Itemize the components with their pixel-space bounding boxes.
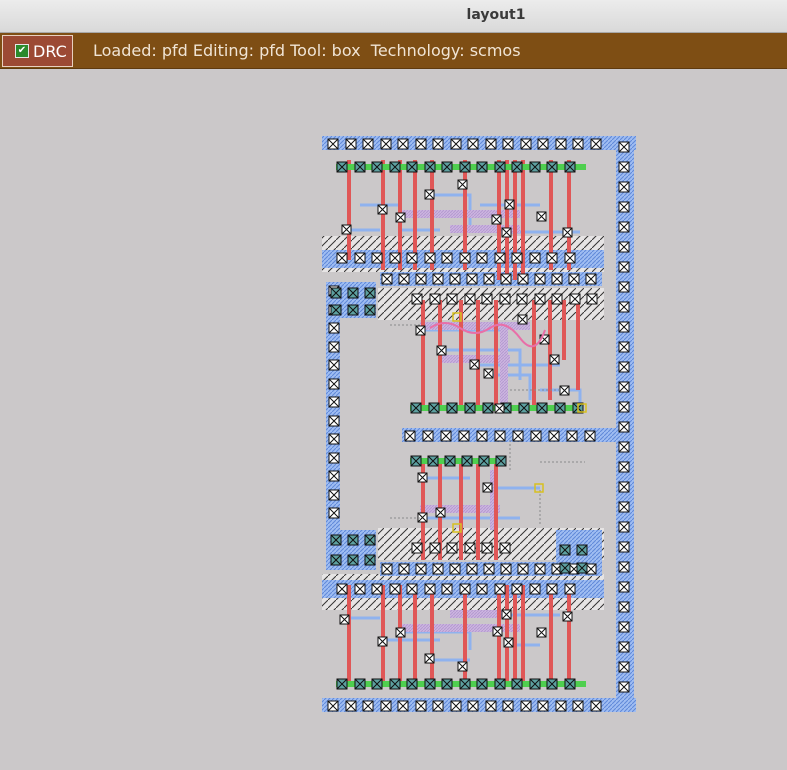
drc-toggle-button[interactable]: ✔ DRC	[2, 35, 73, 67]
window-titlebar: layout1	[0, 0, 787, 33]
label-markers	[452, 312, 587, 533]
window-title: layout1	[466, 7, 526, 23]
layout-drawing[interactable]	[0, 70, 787, 770]
drc-label: DRC	[33, 41, 67, 61]
checkbox-checked-icon[interactable]: ✔	[15, 44, 29, 58]
layout-canvas[interactable]	[0, 70, 787, 770]
status-bar: ✔ DRC Loaded: pfd Editing: pfd Tool: box…	[0, 33, 787, 69]
status-message: Loaded: pfd Editing: pfd Tool: box Techn…	[93, 41, 521, 60]
